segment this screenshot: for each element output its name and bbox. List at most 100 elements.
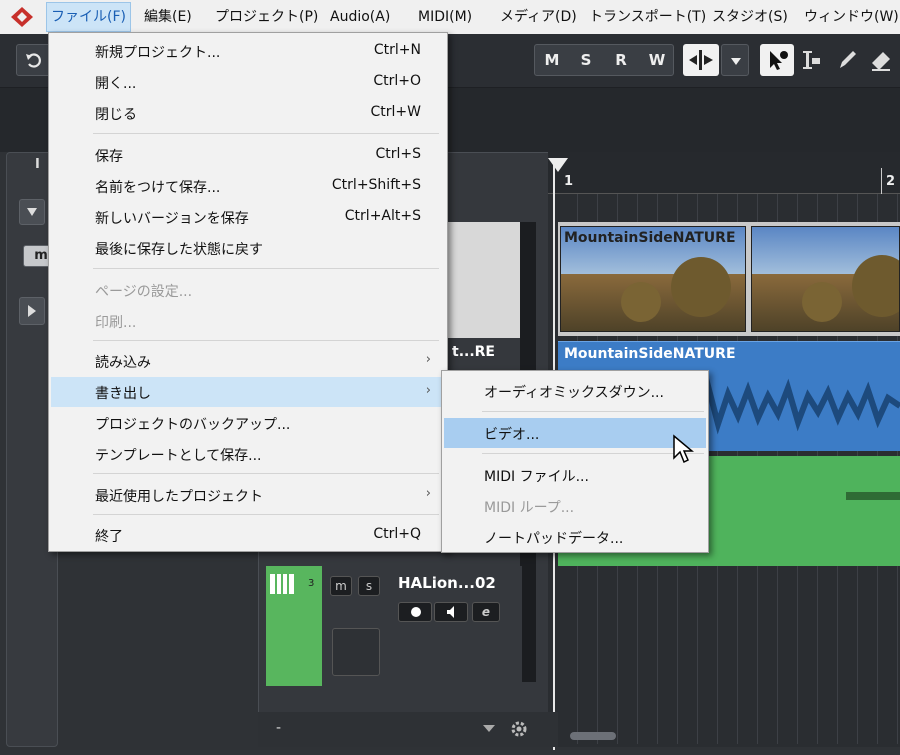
object-select-tool-button[interactable]: [760, 44, 794, 76]
file-menu-item-revert[interactable]: 最後に保存した状態に戻す: [51, 233, 445, 263]
inspector-expand-button[interactable]: [19, 297, 45, 325]
write-all-button[interactable]: W: [641, 44, 673, 76]
menu-studio[interactable]: スタジオ(S): [708, 2, 792, 32]
file-menu-item-open[interactable]: 開く... Ctrl+O: [51, 67, 445, 97]
read-all-button[interactable]: R: [606, 44, 636, 76]
ruler-bar-1: 1: [564, 174, 574, 189]
track3-color-strip: 3: [266, 566, 322, 686]
horizontal-scrollbar-thumb[interactable]: [570, 732, 616, 740]
track-list-footer: -: [258, 712, 558, 747]
draw-tool-button[interactable]: [832, 44, 862, 76]
menu-item-label: プロジェクトのバックアップ...: [95, 417, 291, 433]
file-menu-item-save[interactable]: 保存 Ctrl+S: [51, 140, 445, 170]
track3-number: 3: [308, 578, 315, 589]
erase-tool-button[interactable]: [866, 44, 896, 76]
menu-item-label: 開く...: [95, 76, 137, 92]
audio-track-header[interactable]: t...RE: [446, 338, 522, 368]
track3-name: HALion...02: [398, 574, 496, 592]
file-menu-item-save-as-template[interactable]: テンプレートとして保存...: [51, 439, 445, 469]
export-item-audio-mixdown[interactable]: オーディオミックスダウン...: [444, 376, 706, 406]
eraser-icon: [872, 52, 890, 71]
export-item-video[interactable]: ビデオ...: [444, 418, 706, 448]
menu-file[interactable]: ファイル(F): [46, 2, 131, 32]
track3-edit-button[interactable]: e: [472, 602, 500, 622]
file-menu-item-recent-projects[interactable]: 最近使用したプロジェクト ›: [51, 480, 445, 510]
menu-item-label: 最近使用したプロジェクト: [95, 489, 263, 505]
menu-item-label: 読み込み: [95, 355, 151, 371]
file-menu-item-save-new-version[interactable]: 新しいバージョンを保存 Ctrl+Alt+S: [51, 202, 445, 232]
file-menu-item-save-as[interactable]: 名前をつけて保存... Ctrl+Shift+S: [51, 171, 445, 201]
menu-item-shortcut: Ctrl+Shift+S: [331, 177, 421, 193]
triangle-right-icon: [28, 305, 36, 317]
export-item-notepad-data[interactable]: ノートパッドデータ...: [444, 522, 706, 552]
menu-item-shortcut: Ctrl+N: [373, 42, 421, 58]
track3-monitor-button[interactable]: [434, 602, 468, 622]
file-menu-item-export[interactable]: 書き出し ›: [51, 377, 445, 407]
track3-solo-button[interactable]: s: [358, 576, 380, 596]
file-menu-item-quit[interactable]: 終了 Ctrl+Q: [51, 520, 445, 550]
menu-item-label: 名前をつけて保存...: [95, 180, 221, 196]
solo-all-button[interactable]: S: [571, 44, 601, 76]
snap-toggle-button[interactable]: [683, 44, 719, 76]
menu-item-shortcut: Ctrl+Q: [373, 526, 421, 542]
file-menu-item-close[interactable]: 閉じる Ctrl+W: [51, 98, 445, 128]
range-tool-button[interactable]: [796, 44, 826, 76]
undo-icon: [26, 53, 41, 68]
menu-item-label: 書き出し: [95, 386, 151, 402]
track3-mute-button[interactable]: m: [330, 576, 352, 596]
track3-header[interactable]: m s HALion...02 e: [322, 566, 522, 686]
menu-separator: [482, 411, 704, 412]
file-menu-item-print: 印刷...: [51, 306, 445, 336]
pointer-icon: [770, 51, 788, 70]
menu-item-label: ノートパッドデータ...: [484, 531, 624, 547]
gear-icon[interactable]: [510, 720, 528, 738]
inspector-collapse-button[interactable]: [19, 199, 45, 225]
menu-item-label: MIDI ループ...: [484, 500, 575, 516]
menu-item-label: MIDI ファイル...: [484, 469, 589, 485]
menu-separator: [93, 514, 439, 515]
menu-item-shortcut: Ctrl+Alt+S: [344, 208, 421, 224]
menu-separator: [93, 473, 439, 474]
menu-audio[interactable]: Audio(A): [326, 2, 394, 32]
menu-bar: ファイル(F) 編集(E) プロジェクト(P) Audio(A) MIDI(M)…: [0, 0, 900, 34]
file-menu-item-page-setup: ページの設定...: [51, 275, 445, 305]
menu-item-label: 新規プロジェクト...: [95, 45, 221, 61]
locator-marker-icon: [548, 158, 568, 172]
menu-item-label: 最後に保存した状態に戻す: [95, 242, 263, 258]
menu-item-label: 終了: [95, 529, 123, 545]
range-icon: [803, 51, 820, 69]
file-menu-item-new-project[interactable]: 新規プロジェクト... Ctrl+N: [51, 36, 445, 66]
menu-project[interactable]: プロジェクト(P): [211, 2, 322, 32]
video-track-header[interactable]: [446, 222, 522, 338]
menu-item-label: ビデオ...: [484, 427, 540, 443]
snap-icon: [689, 50, 713, 70]
undo-button[interactable]: [16, 44, 52, 76]
track3-instrument-slot[interactable]: [332, 628, 380, 676]
export-item-midi-file[interactable]: MIDI ファイル...: [444, 460, 706, 490]
snap-type-dropdown[interactable]: [721, 44, 749, 76]
menu-midi[interactable]: MIDI(M): [414, 2, 476, 32]
file-menu-item-import[interactable]: 読み込み ›: [51, 346, 445, 376]
dropdown-arrow-icon[interactable]: [482, 724, 496, 734]
inspector-tab-label: I: [35, 157, 40, 172]
menu-transport[interactable]: トランスポート(T): [585, 2, 710, 32]
ruler-bar-2: 2: [886, 174, 896, 189]
submenu-arrow-icon: ›: [425, 352, 431, 367]
menu-separator: [93, 268, 439, 269]
menu-separator: [482, 453, 704, 454]
video-clip-name: MountainSideNATURE: [564, 230, 736, 246]
ruler[interactable]: [548, 152, 900, 194]
menu-item-shortcut: Ctrl+W: [370, 104, 421, 120]
file-menu-item-backup-project[interactable]: プロジェクトのバックアップ...: [51, 408, 445, 438]
chevron-down-icon: [731, 58, 741, 65]
menu-window[interactable]: ウィンドウ(W): [800, 2, 900, 32]
speaker-icon: [447, 606, 454, 618]
mute-all-button[interactable]: M: [537, 44, 567, 76]
menu-media[interactable]: メディア(D): [496, 2, 581, 32]
menu-item-shortcut: Ctrl+O: [373, 73, 421, 89]
menu-edit[interactable]: 編集(E): [140, 2, 196, 32]
mouse-cursor-icon: [673, 434, 694, 464]
audio-track-name: t...RE: [452, 344, 495, 360]
track3-record-button[interactable]: [398, 602, 432, 622]
export-item-midi-loop: MIDI ループ...: [444, 491, 706, 521]
